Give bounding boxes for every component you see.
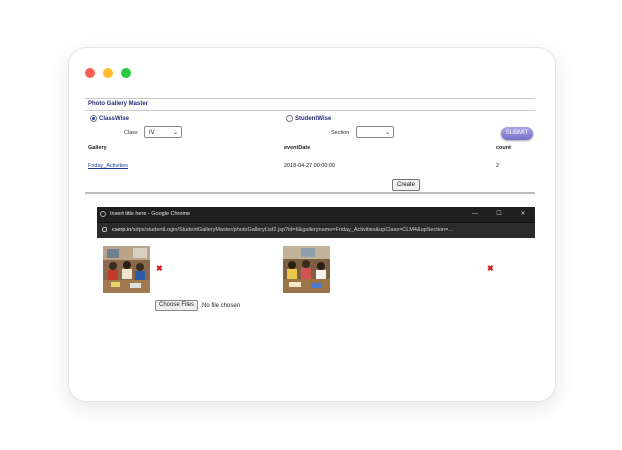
classwise-radio[interactable]: ClassWise: [90, 115, 129, 122]
table-row: Friday_Activities 2018-04-27 00:00:00 2: [85, 163, 535, 179]
header-gallery: Gallery: [88, 145, 107, 151]
filter-row: Class IV ⌄ Section ⌄ SUBMIT: [85, 125, 535, 143]
event-date-cell: 2018-04-27 00:00:00: [284, 163, 336, 169]
divider: [85, 192, 535, 194]
close-icon[interactable]: ✕: [511, 207, 535, 222]
header-count: count: [496, 145, 511, 151]
choose-files-button[interactable]: Choose Files: [155, 300, 199, 311]
class-select[interactable]: IV ⌄: [144, 126, 182, 138]
studentwise-label: StudentWise: [295, 115, 332, 122]
address-bar[interactable]: cserp.in/sdps/studentLogin/StudentGaller…: [97, 222, 535, 238]
class-select-value: IV: [149, 130, 155, 136]
popup-window-controls: — ☐ ✕: [463, 207, 535, 222]
site-info-icon[interactable]: [102, 227, 107, 232]
popup-title-bar: Insert title here - Google Chrome — ☐ ✕: [97, 207, 535, 222]
maximize-dot-icon[interactable]: [121, 68, 131, 78]
studentwise-radio[interactable]: StudentWise: [286, 115, 331, 122]
popup-title: Insert title here - Google Chrome: [110, 211, 191, 217]
section-select[interactable]: ⌄: [356, 126, 394, 138]
classroom-photo-icon: [103, 246, 150, 293]
browser-card: Photo Gallery Master ClassWise StudentWi…: [68, 47, 556, 402]
gallery-link[interactable]: Friday_Activities: [88, 163, 128, 169]
create-button[interactable]: Create: [392, 179, 421, 191]
popup-body: ✖ ✖ Choose Files No file chosen: [97, 238, 535, 318]
remove-photo-icon[interactable]: ✖: [156, 265, 163, 273]
file-upload-row: Choose Files No file chosen: [155, 300, 240, 311]
minimize-icon[interactable]: —: [463, 207, 487, 222]
section-label: Section: [331, 130, 350, 136]
maximize-icon[interactable]: ☐: [487, 207, 511, 222]
create-row: Create: [85, 179, 535, 191]
classwise-label: ClassWise: [99, 115, 129, 122]
popup-window: Insert title here - Google Chrome — ☐ ✕ …: [97, 207, 535, 317]
close-dot-icon[interactable]: [85, 68, 95, 78]
header-event-date: eventDate: [284, 145, 311, 151]
url-text: cserp.in/sdps/studentLogin/StudentGaller…: [112, 223, 532, 238]
no-file-label: No file chosen: [202, 302, 241, 309]
class-label: Class: [124, 130, 138, 136]
window-controls: [85, 68, 131, 78]
radio-selected-icon[interactable]: [90, 115, 97, 122]
gallery-master-page: Photo Gallery Master ClassWise StudentWi…: [85, 98, 535, 194]
classroom-photo-icon: [283, 246, 330, 293]
radio-unselected-icon[interactable]: [286, 115, 293, 122]
url-path: /sdps/studentLogin/StudentGalleryMaster/…: [131, 227, 453, 233]
minimize-dot-icon[interactable]: [103, 68, 113, 78]
chevron-down-icon: ⌄: [172, 130, 178, 136]
panel-title: Photo Gallery Master: [85, 98, 535, 111]
globe-icon: [100, 211, 106, 217]
count-cell: 2: [496, 163, 500, 169]
table-header-row: Gallery eventDate count: [85, 145, 535, 157]
chevron-down-icon: ⌄: [384, 130, 390, 136]
submit-button[interactable]: SUBMIT: [501, 127, 533, 140]
url-host: cserp.in: [112, 227, 132, 233]
remove-photo-icon[interactable]: ✖: [487, 265, 494, 273]
mode-radio-group: ClassWise StudentWise: [85, 113, 535, 125]
